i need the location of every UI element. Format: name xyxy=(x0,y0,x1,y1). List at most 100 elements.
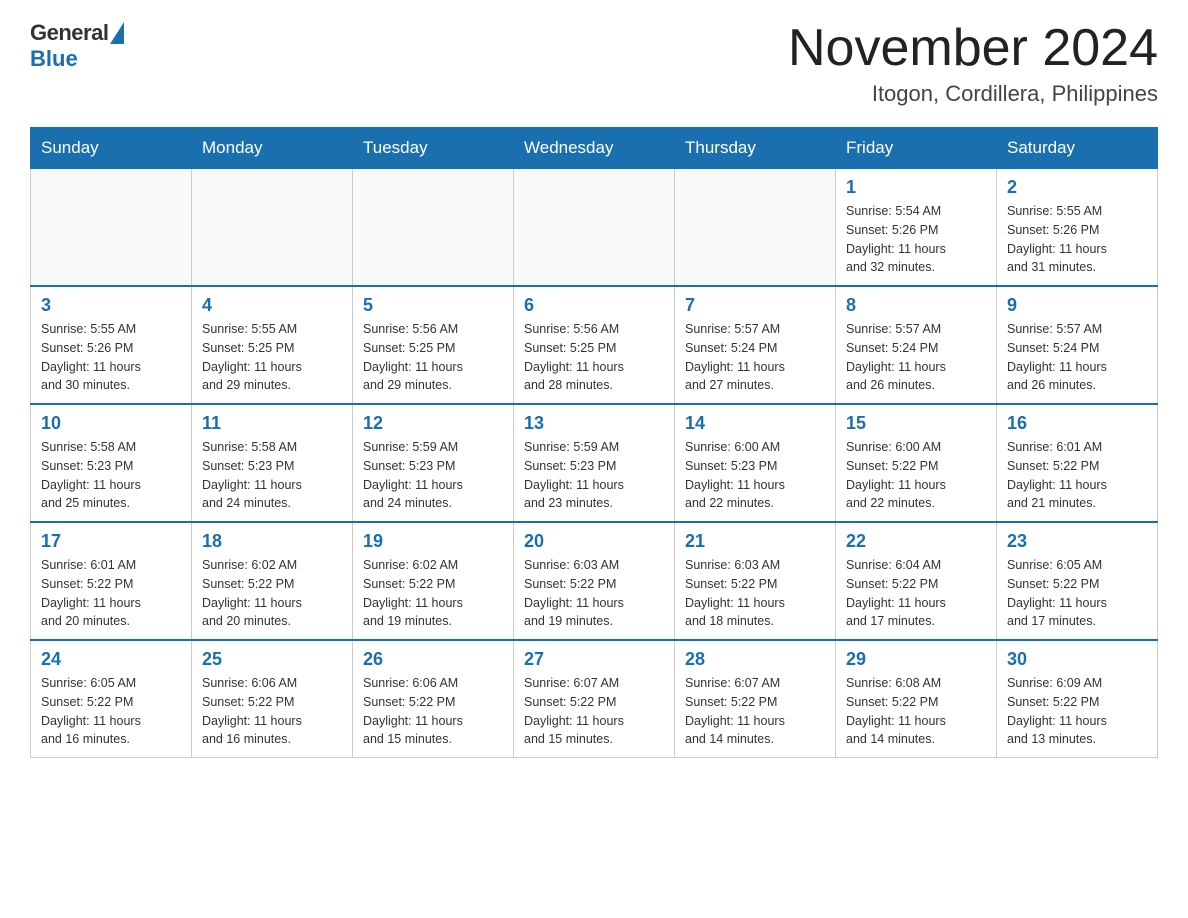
calendar-header-tuesday: Tuesday xyxy=(353,128,514,169)
day-number: 17 xyxy=(41,531,181,552)
day-number: 5 xyxy=(363,295,503,316)
calendar-cell xyxy=(31,169,192,287)
calendar-cell: 19 Sunrise: 6:02 AMSunset: 5:22 PMDayligh… xyxy=(353,522,514,640)
day-number: 29 xyxy=(846,649,986,670)
day-info: Sunrise: 6:06 AMSunset: 5:22 PMDaylight:… xyxy=(363,674,503,749)
calendar-cell: 27 Sunrise: 6:07 AMSunset: 5:22 PMDayligh… xyxy=(514,640,675,758)
calendar-cell: 30 Sunrise: 6:09 AMSunset: 5:22 PMDayligh… xyxy=(997,640,1158,758)
calendar-header-monday: Monday xyxy=(192,128,353,169)
day-info: Sunrise: 6:00 AMSunset: 5:22 PMDaylight:… xyxy=(846,438,986,513)
day-info: Sunrise: 6:05 AMSunset: 5:22 PMDaylight:… xyxy=(41,674,181,749)
calendar-cell: 4 Sunrise: 5:55 AMSunset: 5:25 PMDaylight… xyxy=(192,286,353,404)
day-number: 2 xyxy=(1007,177,1147,198)
day-number: 20 xyxy=(524,531,664,552)
calendar-header-wednesday: Wednesday xyxy=(514,128,675,169)
calendar-cell: 18 Sunrise: 6:02 AMSunset: 5:22 PMDayligh… xyxy=(192,522,353,640)
day-number: 21 xyxy=(685,531,825,552)
day-info: Sunrise: 5:58 AMSunset: 5:23 PMDaylight:… xyxy=(41,438,181,513)
calendar-cell: 29 Sunrise: 6:08 AMSunset: 5:22 PMDayligh… xyxy=(836,640,997,758)
day-info: Sunrise: 6:02 AMSunset: 5:22 PMDaylight:… xyxy=(202,556,342,631)
day-number: 27 xyxy=(524,649,664,670)
day-number: 18 xyxy=(202,531,342,552)
day-number: 4 xyxy=(202,295,342,316)
day-info: Sunrise: 6:08 AMSunset: 5:22 PMDaylight:… xyxy=(846,674,986,749)
calendar-cell: 22Sunrise: 6:04 AMSunset: 5:22 PMDayligh… xyxy=(836,522,997,640)
day-info: Sunrise: 6:07 AMSunset: 5:22 PMDaylight:… xyxy=(524,674,664,749)
day-number: 26 xyxy=(363,649,503,670)
calendar-week-row: 17Sunrise: 6:01 AMSunset: 5:22 PMDayligh… xyxy=(31,522,1158,640)
calendar-cell: 16 Sunrise: 6:01 AMSunset: 5:22 PMDayligh… xyxy=(997,404,1158,522)
calendar-cell: 1 Sunrise: 5:54 AMSunset: 5:26 PMDaylight… xyxy=(836,169,997,287)
day-info: Sunrise: 6:09 AMSunset: 5:22 PMDaylight:… xyxy=(1007,674,1147,749)
day-info: Sunrise: 5:56 AMSunset: 5:25 PMDaylight:… xyxy=(524,320,664,395)
calendar-header-sunday: Sunday xyxy=(31,128,192,169)
day-info: Sunrise: 5:57 AMSunset: 5:24 PMDaylight:… xyxy=(1007,320,1147,395)
day-number: 13 xyxy=(524,413,664,434)
day-info: Sunrise: 5:55 AMSunset: 5:26 PMDaylight:… xyxy=(41,320,181,395)
day-info: Sunrise: 5:54 AMSunset: 5:26 PMDaylight:… xyxy=(846,202,986,277)
day-number: 25 xyxy=(202,649,342,670)
day-info: Sunrise: 5:55 AMSunset: 5:25 PMDaylight:… xyxy=(202,320,342,395)
calendar-cell: 10 Sunrise: 5:58 AMSunset: 5:23 PMDayligh… xyxy=(31,404,192,522)
calendar-cell: 6 Sunrise: 5:56 AMSunset: 5:25 PMDaylight… xyxy=(514,286,675,404)
day-number: 1 xyxy=(846,177,986,198)
calendar-title: November 2024 xyxy=(788,20,1158,77)
day-number: 11 xyxy=(202,413,342,434)
day-number: 9 xyxy=(1007,295,1147,316)
page-header: General Blue November 2024 Itogon, Cordi… xyxy=(30,20,1158,107)
calendar-cell: 8 Sunrise: 5:57 AMSunset: 5:24 PMDaylight… xyxy=(836,286,997,404)
calendar-cell: 12Sunrise: 5:59 AMSunset: 5:23 PMDayligh… xyxy=(353,404,514,522)
title-block: November 2024 Itogon, Cordillera, Philip… xyxy=(788,20,1158,107)
calendar-cell: 13Sunrise: 5:59 AMSunset: 5:23 PMDayligh… xyxy=(514,404,675,522)
calendar-cell: 17Sunrise: 6:01 AMSunset: 5:22 PMDayligh… xyxy=(31,522,192,640)
calendar-cell: 23Sunrise: 6:05 AMSunset: 5:22 PMDayligh… xyxy=(997,522,1158,640)
day-number: 19 xyxy=(363,531,503,552)
calendar-cell xyxy=(192,169,353,287)
day-number: 16 xyxy=(1007,413,1147,434)
day-number: 15 xyxy=(846,413,986,434)
day-number: 24 xyxy=(41,649,181,670)
calendar-header-thursday: Thursday xyxy=(675,128,836,169)
day-number: 10 xyxy=(41,413,181,434)
calendar-week-row: 24 Sunrise: 6:05 AMSunset: 5:22 PMDayligh… xyxy=(31,640,1158,758)
logo: General Blue xyxy=(30,20,124,72)
day-info: Sunrise: 5:57 AMSunset: 5:24 PMDaylight:… xyxy=(846,320,986,395)
day-number: 12 xyxy=(363,413,503,434)
calendar-cell: 14Sunrise: 6:00 AMSunset: 5:23 PMDayligh… xyxy=(675,404,836,522)
calendar-header-friday: Friday xyxy=(836,128,997,169)
logo-general-text: General xyxy=(30,20,108,46)
logo-blue-text: Blue xyxy=(30,46,78,72)
day-info: Sunrise: 5:57 AMSunset: 5:24 PMDaylight:… xyxy=(685,320,825,395)
day-number: 7 xyxy=(685,295,825,316)
calendar-header-saturday: Saturday xyxy=(997,128,1158,169)
calendar-cell: 21 Sunrise: 6:03 AMSunset: 5:22 PMDayligh… xyxy=(675,522,836,640)
calendar-cell: 28 Sunrise: 6:07 AMSunset: 5:22 PMDayligh… xyxy=(675,640,836,758)
day-info: Sunrise: 5:58 AMSunset: 5:23 PMDaylight:… xyxy=(202,438,342,513)
calendar-cell: 2 Sunrise: 5:55 AMSunset: 5:26 PMDaylight… xyxy=(997,169,1158,287)
calendar-table: SundayMondayTuesdayWednesdayThursdayFrid… xyxy=(30,127,1158,758)
day-info: Sunrise: 6:03 AMSunset: 5:22 PMDaylight:… xyxy=(524,556,664,631)
calendar-cell: 26 Sunrise: 6:06 AMSunset: 5:22 PMDayligh… xyxy=(353,640,514,758)
day-number: 30 xyxy=(1007,649,1147,670)
day-number: 6 xyxy=(524,295,664,316)
calendar-cell: 3 Sunrise: 5:55 AMSunset: 5:26 PMDaylight… xyxy=(31,286,192,404)
logo-triangle-icon xyxy=(110,22,124,44)
day-info: Sunrise: 6:07 AMSunset: 5:22 PMDaylight:… xyxy=(685,674,825,749)
calendar-cell: 11 Sunrise: 5:58 AMSunset: 5:23 PMDayligh… xyxy=(192,404,353,522)
calendar-cell: 7 Sunrise: 5:57 AMSunset: 5:24 PMDaylight… xyxy=(675,286,836,404)
day-info: Sunrise: 6:01 AMSunset: 5:22 PMDaylight:… xyxy=(1007,438,1147,513)
calendar-header-row: SundayMondayTuesdayWednesdayThursdayFrid… xyxy=(31,128,1158,169)
calendar-cell: 15 Sunrise: 6:00 AMSunset: 5:22 PMDayligh… xyxy=(836,404,997,522)
day-number: 28 xyxy=(685,649,825,670)
day-number: 22 xyxy=(846,531,986,552)
day-number: 3 xyxy=(41,295,181,316)
day-info: Sunrise: 6:02 AMSunset: 5:22 PMDaylight:… xyxy=(363,556,503,631)
calendar-week-row: 1 Sunrise: 5:54 AMSunset: 5:26 PMDaylight… xyxy=(31,169,1158,287)
day-number: 8 xyxy=(846,295,986,316)
day-info: Sunrise: 6:03 AMSunset: 5:22 PMDaylight:… xyxy=(685,556,825,631)
day-info: Sunrise: 5:55 AMSunset: 5:26 PMDaylight:… xyxy=(1007,202,1147,277)
calendar-subtitle: Itogon, Cordillera, Philippines xyxy=(788,81,1158,107)
day-number: 14 xyxy=(685,413,825,434)
day-info: Sunrise: 6:05 AMSunset: 5:22 PMDaylight:… xyxy=(1007,556,1147,631)
calendar-cell xyxy=(675,169,836,287)
